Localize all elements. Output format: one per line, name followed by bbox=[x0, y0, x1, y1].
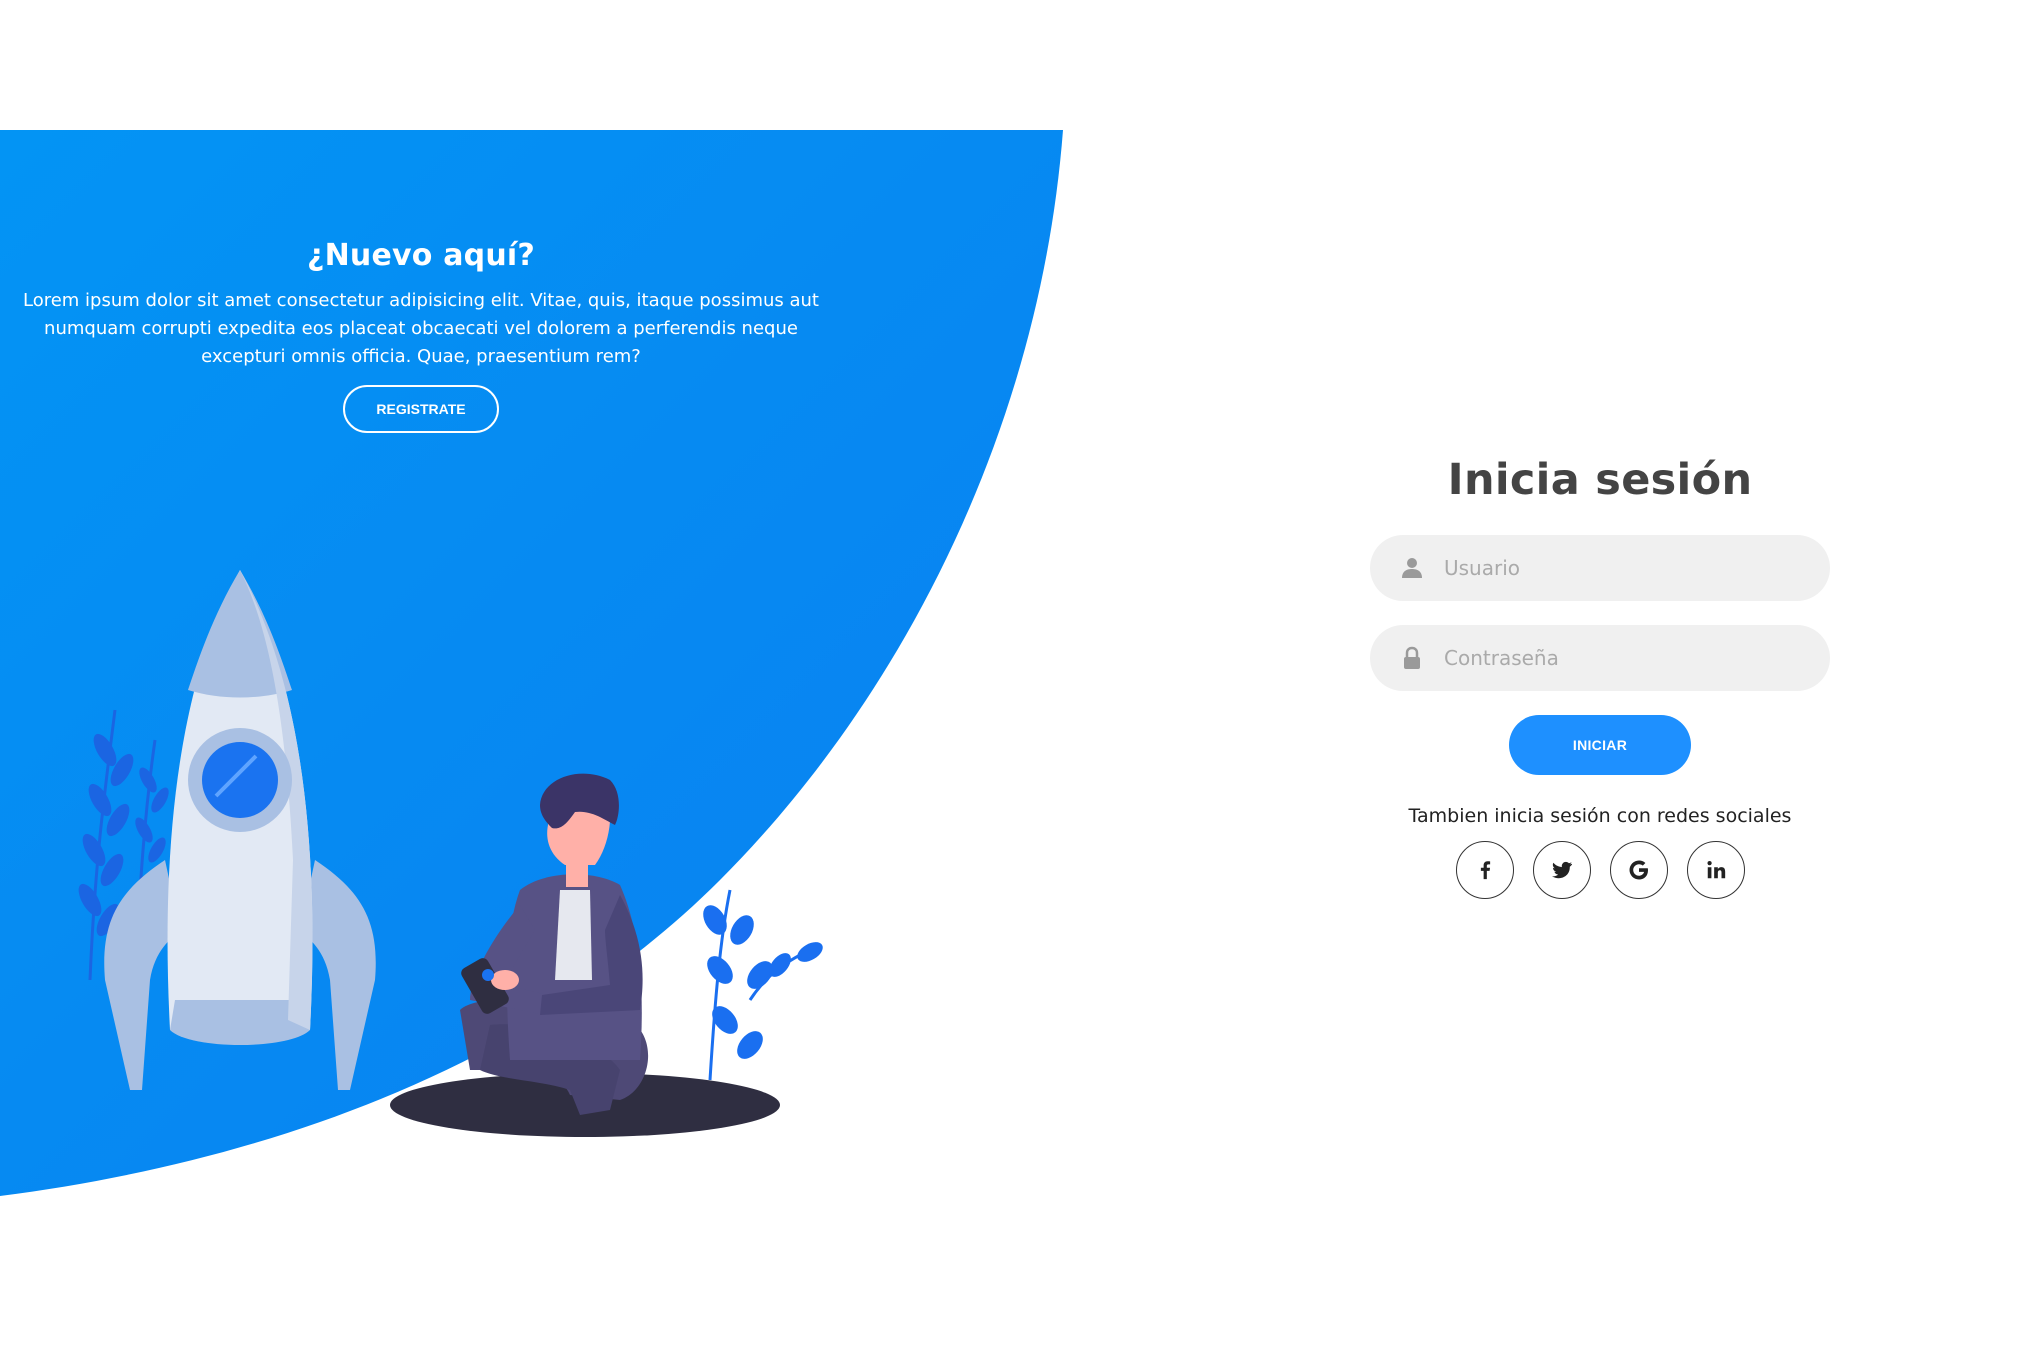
twitter-icon bbox=[1551, 861, 1572, 879]
login-button[interactable]: INICIAR bbox=[1509, 715, 1691, 775]
promo-title: ¿Nuevo aquí? bbox=[307, 238, 535, 273]
person-illustration bbox=[390, 773, 823, 1137]
password-field bbox=[1370, 625, 1830, 691]
social-buttons bbox=[1360, 841, 1840, 899]
facebook-button[interactable] bbox=[1455, 841, 1514, 899]
rocket-illustration bbox=[78, 570, 376, 1090]
twitter-button[interactable] bbox=[1532, 841, 1591, 899]
username-input[interactable] bbox=[1370, 535, 1830, 601]
promo-section: ¿Nuevo aquí? Lorem ipsum dolor sit amet … bbox=[0, 238, 842, 433]
linkedin-button[interactable] bbox=[1686, 841, 1745, 899]
username-field bbox=[1370, 535, 1830, 601]
linkedin-icon bbox=[1706, 861, 1725, 879]
login-page: ¿Nuevo aquí? Lorem ipsum dolor sit amet … bbox=[0, 0, 2028, 1353]
register-button[interactable]: REGISTRATE bbox=[343, 385, 499, 433]
google-icon bbox=[1629, 860, 1648, 880]
lock-icon bbox=[1404, 646, 1420, 669]
promo-text: Lorem ipsum dolor sit amet consectetur a… bbox=[23, 290, 819, 367]
user-icon bbox=[1402, 558, 1422, 578]
password-input[interactable] bbox=[1370, 625, 1830, 691]
social-login-text: Tambien inicia sesión con redes sociales bbox=[1408, 805, 1792, 827]
facebook-icon bbox=[1480, 861, 1490, 880]
login-title: Inicia sesión bbox=[1447, 455, 1753, 505]
login-form: Inicia sesión INICIAR Tambien inicia ses… bbox=[1360, 455, 1840, 899]
google-button[interactable] bbox=[1609, 841, 1668, 899]
